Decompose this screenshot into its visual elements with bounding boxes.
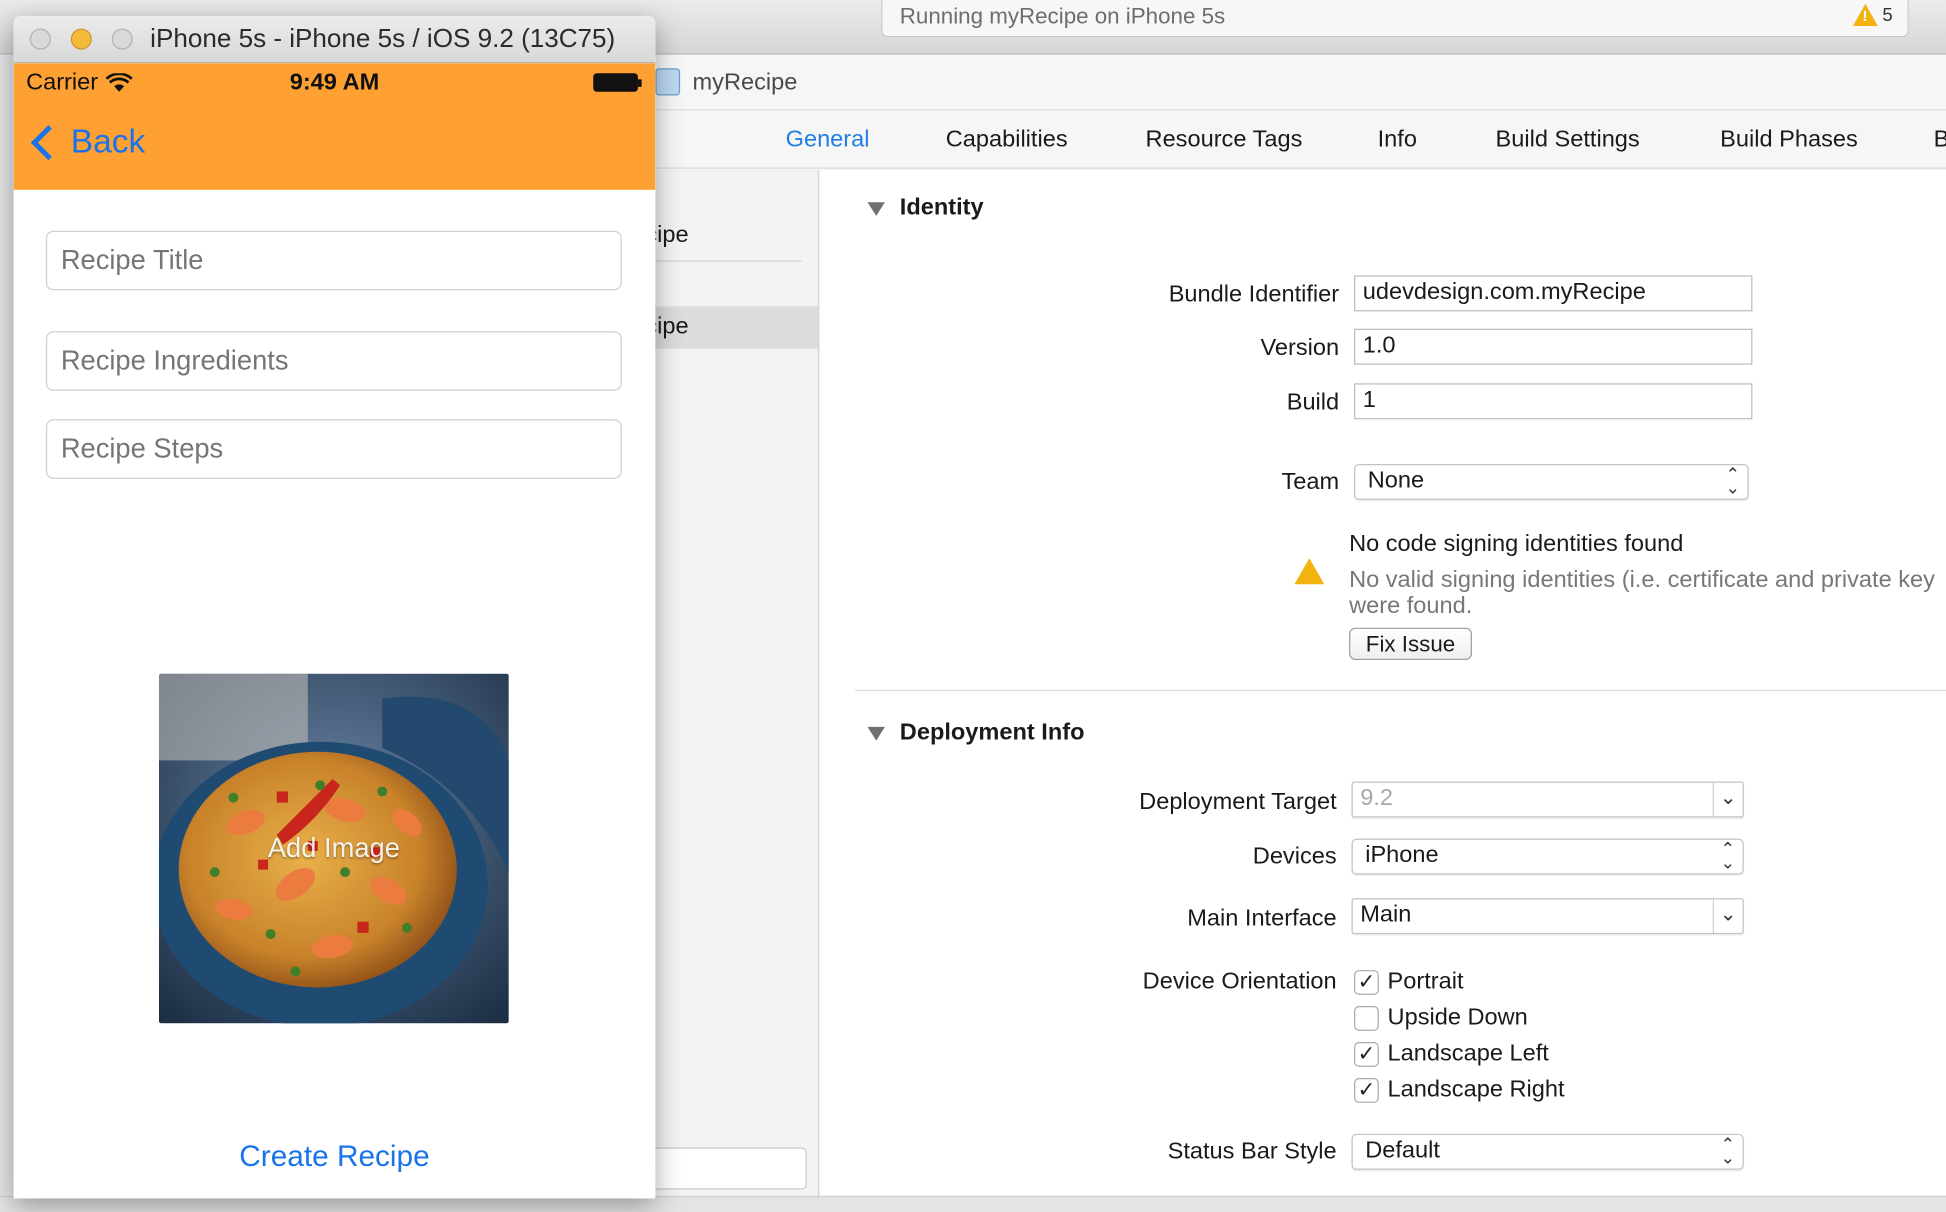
back-button[interactable]: Back <box>29 122 146 161</box>
chevron-down-icon[interactable]: ⌄ <box>1712 782 1743 817</box>
ios-screen: Carrier 9:49 AM Back Recipe Title Recipe… <box>13 63 656 1199</box>
chevron-left-icon <box>30 124 66 160</box>
recipe-title-input[interactable] <box>45 230 622 291</box>
upside-down-checkbox[interactable] <box>1354 1006 1379 1031</box>
landscape-right-checkbox[interactable]: ✓ <box>1354 1077 1379 1103</box>
add-image-label: Add Image <box>267 832 400 864</box>
landscape-left-checkbox[interactable]: ✓ <box>1354 1042 1379 1067</box>
landscape-right-label: Landscape Right <box>1387 1076 1565 1103</box>
signing-warning-detail-2: were found. <box>1349 592 1473 620</box>
navigation-bar: Carrier 9:49 AM Back <box>13 63 656 190</box>
identity-section-title: Identity <box>899 194 984 221</box>
status-bar-style-label: Status Bar Style <box>1167 1138 1337 1165</box>
team-value: None <box>1367 467 1425 494</box>
build-label: Build <box>1286 389 1340 416</box>
jump-bar-project-name[interactable]: myRecipe <box>693 69 798 96</box>
disclosure-triangle-icon <box>867 201 885 216</box>
recipe-steps-input[interactable] <box>45 419 622 479</box>
activity-viewer: Running myRecipe on iPhone 5s 5 <box>881 0 1909 38</box>
bundle-identifier-field[interactable]: udevdesign.com.myRecipe <box>1354 275 1753 312</box>
general-settings-editor: Identity Bundle Identifier udevdesign.co… <box>820 169 1946 1212</box>
tab-build-phases[interactable]: Build Phases <box>1720 127 1858 154</box>
warning-icon <box>1852 3 1878 27</box>
tab-capabilities[interactable]: Capabilities <box>946 127 1068 154</box>
devices-value: iPhone <box>1365 842 1439 869</box>
deployment-target-value: 9.2 <box>1360 785 1394 812</box>
updown-arrows-icon: ⌃ ⌄ <box>1725 463 1741 498</box>
jump-bar: myRecipe <box>645 55 1946 111</box>
disclosure-triangle-icon <box>867 726 885 740</box>
device-orientation-label: Device Orientation <box>1142 968 1337 995</box>
portrait-checkbox[interactable]: ✓ <box>1354 970 1379 995</box>
tab-build-rules[interactable]: B <box>1934 127 1946 154</box>
project-editor-tabs: General Capabilities Resource Tags Info … <box>645 111 1946 169</box>
chevron-down-icon[interactable]: ⌄ <box>1712 899 1743 933</box>
tab-general[interactable]: General <box>786 127 870 154</box>
tab-build-settings[interactable]: Build Settings <box>1496 127 1640 154</box>
version-field[interactable]: 1.0 <box>1354 328 1753 365</box>
signing-warning-title: No code signing identities found <box>1349 530 1684 557</box>
deployment-target-label: Deployment Target <box>1139 788 1337 816</box>
build-field[interactable]: 1 <box>1354 383 1753 420</box>
status-bar-style-popup[interactable]: Default ⌃ ⌄ <box>1351 1133 1744 1170</box>
team-label: Team <box>1281 468 1340 495</box>
project-file-icon <box>655 68 681 96</box>
status-time: 9:49 AM <box>289 69 380 96</box>
warnings-indicator[interactable]: 5 <box>1852 3 1893 27</box>
battery-icon <box>593 73 642 92</box>
simulator-title-bar: iPhone 5s - iPhone 5s / iOS 9.2 (13C75) <box>13 16 656 64</box>
identity-section-header[interactable]: Identity <box>867 194 984 222</box>
deployment-target-combo[interactable]: 9.2 ⌄ <box>1351 781 1744 818</box>
tab-info[interactable]: Info <box>1378 127 1417 154</box>
sidebar-divider <box>645 260 802 262</box>
signing-warning-detail-1: No valid signing identities (i.e. certif… <box>1349 566 1935 593</box>
deployment-section-header[interactable]: Deployment Info <box>867 719 1085 746</box>
team-popup[interactable]: None ⌃ ⌄ <box>1354 463 1749 500</box>
screen: Running myRecipe on iPhone 5s 5 myRecipe… <box>0 0 1946 1212</box>
upside-down-label: Upside Down <box>1387 1004 1528 1031</box>
simulator-title: iPhone 5s - iPhone 5s / iOS 9.2 (13C75) <box>150 24 616 54</box>
sidebar-filter-field[interactable] <box>645 1147 807 1190</box>
devices-popup[interactable]: iPhone ⌃ ⌄ <box>1351 838 1744 875</box>
section-divider <box>855 689 1946 691</box>
zoom-window-button[interactable] <box>111 28 133 50</box>
fix-issue-button[interactable]: Fix Issue <box>1349 627 1472 660</box>
main-interface-label: Main Interface <box>1187 905 1337 932</box>
updown-arrows-icon: ⌃ ⌄ <box>1720 838 1736 873</box>
landscape-left-label: Landscape Left <box>1387 1040 1549 1067</box>
updown-arrows-icon: ⌃ ⌄ <box>1720 1133 1736 1168</box>
minimize-window-button[interactable] <box>70 28 92 50</box>
main-interface-value: Main <box>1360 901 1412 928</box>
back-label: Back <box>70 122 146 161</box>
portrait-label: Portrait <box>1387 968 1464 995</box>
version-label: Version <box>1260 334 1340 361</box>
project-targets-sidebar: cipe cipe <box>645 169 820 1212</box>
bundle-identifier-label: Bundle Identifier <box>1168 281 1340 308</box>
simulator-window: iPhone 5s - iPhone 5s / iOS 9.2 (13C75) … <box>13 16 656 1199</box>
main-interface-combo[interactable]: Main ⌄ <box>1351 898 1744 935</box>
recipe-ingredients-input[interactable] <box>45 331 622 391</box>
deployment-section-title: Deployment Info <box>899 719 1085 746</box>
close-window-button[interactable] <box>29 28 51 50</box>
signing-warning-icon <box>1294 537 1325 585</box>
create-recipe-button[interactable]: Create Recipe <box>14 1140 656 1175</box>
tab-resource-tags[interactable]: Resource Tags <box>1146 127 1303 154</box>
status-bar-style-value: Default <box>1365 1137 1440 1164</box>
devices-label: Devices <box>1252 843 1337 870</box>
warning-count: 5 <box>1882 4 1893 26</box>
activity-status-text: Running myRecipe on iPhone 5s <box>899 3 1226 29</box>
